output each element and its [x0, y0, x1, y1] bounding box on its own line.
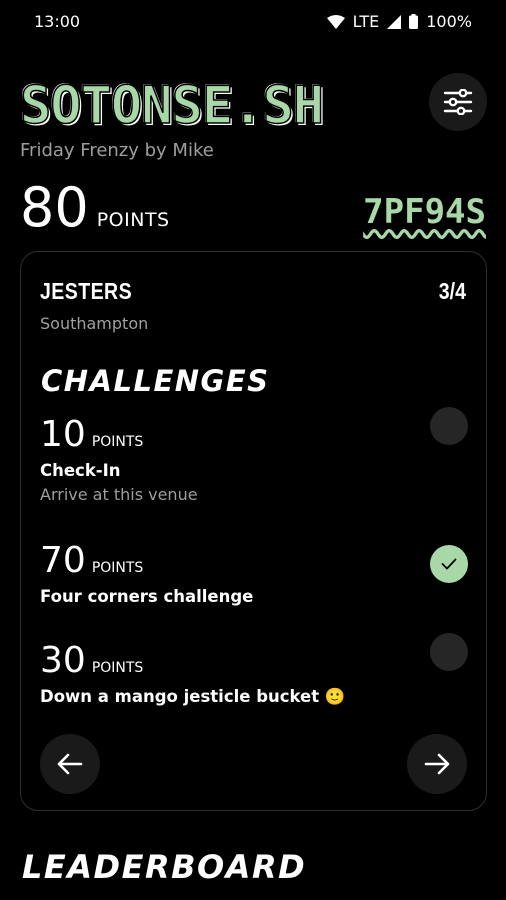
status-bar: 13:00 LTE 100%	[0, 0, 506, 46]
venue-card: JESTERS 3/4 Southampton CHALLENGES 10 PO…	[20, 251, 487, 811]
battery-icon	[409, 14, 419, 29]
venue-name: JESTERS	[40, 278, 133, 304]
network-label: LTE	[352, 12, 380, 31]
challenges-heading: CHALLENGES	[41, 364, 270, 398]
challenge-points-value: 10	[40, 414, 86, 455]
app-title: SOTONSE.SH	[19, 76, 325, 136]
next-venue-button[interactable]	[407, 734, 467, 794]
challenge-item: 70 POINTS Four corners challenge	[40, 541, 468, 606]
challenge-title: Down a mango jesticle bucket 🙂	[40, 687, 346, 706]
game-code[interactable]: 7PF94S	[363, 192, 486, 232]
battery-label: 100%	[426, 12, 472, 31]
venue-city: Southampton	[40, 314, 149, 333]
challenge-points-unit: POINTS	[91, 434, 144, 450]
challenge-points: 10 POINTS	[40, 415, 468, 455]
challenge-description: Arrive at this venue	[40, 485, 198, 504]
sliders-icon	[443, 89, 473, 115]
challenge-item: 30 POINTS Down a mango jesticle bucket 🙂	[40, 633, 468, 707]
total-points: 80 POINTS	[20, 178, 170, 238]
challenge-points-value: 70	[40, 540, 86, 581]
challenge-title: Four corners challenge	[40, 587, 254, 606]
status-icons: LTE 100%	[326, 12, 472, 31]
settings-button[interactable]	[429, 73, 487, 131]
challenge-checkbox[interactable]	[430, 545, 468, 583]
leaderboard-heading: LEADERBOARD	[22, 848, 307, 886]
challenge-points-unit: POINTS	[91, 660, 144, 676]
wifi-icon	[326, 14, 345, 29]
arrow-right-icon	[424, 753, 450, 775]
challenge-item: 10 POINTS Check-In Arrive at this venue	[40, 407, 468, 504]
challenge-checkbox[interactable]	[430, 407, 468, 445]
challenge-points: 70 POINTS	[40, 541, 468, 581]
previous-venue-button[interactable]	[40, 734, 100, 794]
challenge-points-unit: POINTS	[91, 560, 144, 576]
challenge-title: Check-In	[40, 461, 121, 480]
venue-progress: 3/4	[438, 278, 466, 304]
challenge-points: 30 POINTS	[40, 641, 468, 681]
challenge-checkbox[interactable]	[430, 633, 468, 671]
signal-icon	[387, 14, 402, 29]
check-icon	[441, 558, 457, 570]
points-value: 80	[20, 176, 89, 239]
arrow-left-icon	[57, 753, 83, 775]
points-unit: POINTS	[96, 209, 170, 231]
challenge-points-value: 30	[40, 640, 86, 681]
status-time: 13:00	[34, 12, 81, 31]
game-subtitle: Friday Frenzy by Mike	[20, 140, 214, 161]
